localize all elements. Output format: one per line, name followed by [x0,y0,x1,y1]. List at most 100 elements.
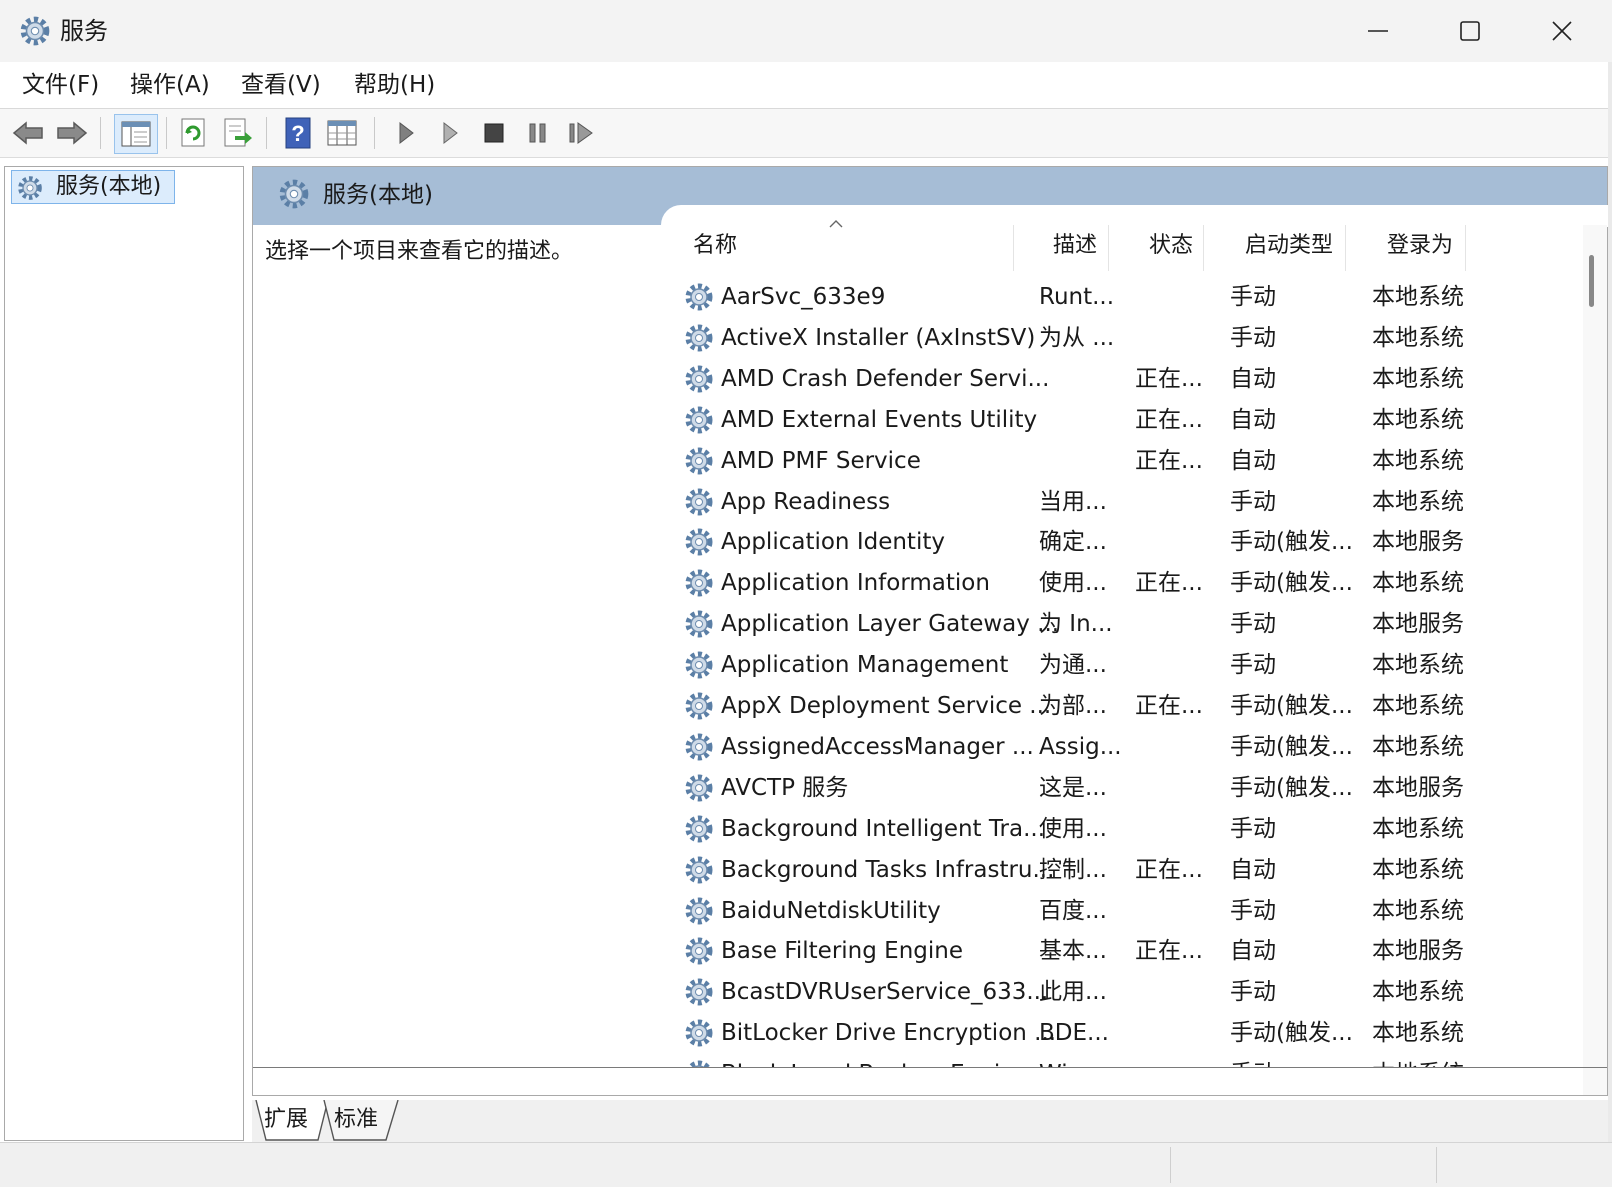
menu-help[interactable]: 帮助(H) [354,70,435,100]
tab-standard[interactable]: 标准 [334,1100,378,1140]
service-startup-type: 自动 [1230,938,1276,965]
table-row[interactable]: Base Filtering Engine 基本... 正在... 自动 本地服务 [683,931,1563,973]
view-tabs: 扩展 标准 [252,1100,1608,1142]
service-description: 使用... [1039,815,1107,842]
gear-service-icon [683,363,715,395]
tab-extended[interactable]: 扩展 [264,1100,308,1140]
minimize-button[interactable] [1332,0,1424,62]
refresh-button[interactable] [176,115,212,151]
properties-view-button[interactable] [324,115,360,151]
maximize-button[interactable] [1424,0,1516,62]
start-service-button[interactable] [388,115,424,151]
service-status: 正在... [1135,365,1203,392]
service-name: Application Identity [721,529,945,556]
service-name: AMD External Events Utility [721,406,1038,433]
help-button[interactable]: ? [280,115,316,151]
service-startup-type: 自动 [1230,365,1276,392]
table-row[interactable]: AVCTP 服务 这是... 手动(触发... 本地服务 [683,768,1563,810]
service-name: Base Filtering Engine [721,938,963,965]
service-logon-as: 本地系统 [1372,1058,1464,1067]
back-button[interactable] [10,115,46,151]
service-startup-type: 手动 [1230,1058,1276,1067]
table-row[interactable]: AssignedAccessManager ... Assig... 手动(触发..… [683,727,1563,769]
close-button[interactable] [1516,0,1608,62]
resume-service-button[interactable] [564,115,600,151]
table-row[interactable]: AppX Deployment Service ... 为部... 正在... 手动(… [683,686,1563,728]
start-alt-button[interactable] [432,115,468,151]
service-name: BcastDVRUserService_633... [721,979,1049,1006]
service-name: Application Management [721,652,1009,679]
table-row[interactable]: BaiduNetdiskUtility 百度... 手动 本地系统 [683,891,1563,933]
table-row[interactable]: Application Layer Gateway ... 为 In... 手动 本地… [683,604,1563,646]
show-hide-tree-button[interactable] [114,114,158,154]
menu-file[interactable]: 文件(F) [22,70,99,100]
service-logon-as: 本地系统 [1372,365,1464,392]
table-row[interactable]: Block Level Backup Engine ...Win... 手动 本地系… [683,1054,1563,1067]
service-startup-type: 手动(触发... [1230,693,1353,719]
gear-service-icon [683,486,715,518]
minimize-icon [1368,30,1388,32]
table-row[interactable]: Background Tasks Infrastru... 控制... 正在... 自… [683,850,1563,892]
show-hide-console-tree-icon [121,121,151,147]
service-name: Application Information [721,570,990,597]
forward-button[interactable] [54,115,90,151]
service-logon-as: 本地系统 [1372,447,1464,474]
service-description: 控制... [1039,856,1107,883]
table-row[interactable]: AMD Crash Defender Servi... 正在... 自动 本地系统 [683,359,1563,401]
service-logon-as: 本地系统 [1372,570,1464,597]
service-name: BaiduNetdiskUtility [721,897,941,924]
table-row[interactable]: Application Management 为通... 手动 本地系统 [683,645,1563,687]
gear-service-icon [683,281,715,313]
pause-service-icon [529,123,546,143]
table-row[interactable]: Background Intelligent Tra... 使用... 手动 本地系统 [683,809,1563,851]
vertical-scrollbar[interactable] [1583,225,1607,1095]
service-status: 正在... [1135,447,1203,474]
service-name: Background Intelligent Tra... [721,815,1046,842]
table-row[interactable]: BitLocker Drive Encryption ... BDE... 手动(触… [683,1013,1563,1055]
service-description: 这是... [1039,774,1107,801]
tree-item-services-local[interactable]: 服务(本地) [11,170,175,204]
table-row[interactable]: App Readiness 当用... 手动 本地系统 [683,482,1563,524]
service-startup-type: 手动(触发... [1230,733,1353,760]
menu-view[interactable]: 查看(V) [241,70,321,100]
gear-service-icon [683,404,715,436]
table-row[interactable]: Application Information 使用... 正在... 手动(触发..… [683,563,1563,605]
table-row[interactable]: ActiveX Installer (AxInstSV) 为从 ... 手动 本地系统 [683,318,1563,360]
gear-service-icon [683,935,715,967]
service-logon-as: 本地服务 [1372,774,1464,801]
tree-item-label: 服务(本地) [56,174,162,199]
service-logon-as: 本地系统 [1372,406,1464,433]
service-startup-type: 手动 [1230,815,1276,842]
service-startup-type: 自动 [1230,406,1276,433]
export-list-button[interactable] [220,115,256,151]
service-logon-as: 本地系统 [1372,897,1464,924]
service-name: Background Tasks Infrastru... [721,856,1055,883]
service-name: AMD PMF Service [721,447,921,474]
gear-service-icon [683,690,715,722]
title-bar[interactable]: 服务 [0,0,1612,62]
service-logon-as: 本地服务 [1372,611,1464,638]
svg-text:?: ? [291,121,304,146]
console-tree: 服务(本地) [4,166,244,1141]
table-row[interactable]: Application Identity 确定... 手动(触发... 本地服务 [683,522,1563,564]
gear-service-icon [683,895,715,927]
service-logon-as: 本地服务 [1372,938,1464,965]
table-row[interactable]: AMD External Events Utility 正在... 自动 本地系统 [683,400,1563,442]
service-status: 正在... [1135,693,1203,719]
export-list-icon [224,118,252,147]
service-name: AssignedAccessManager ... [721,733,1034,760]
table-row[interactable]: BcastDVRUserService_633... 此用... 手动 本地系统 [683,972,1563,1014]
scrollbar-thumb[interactable] [1589,255,1594,307]
pause-service-button[interactable] [520,115,556,151]
service-name: AVCTP 服务 [721,774,849,801]
gear-services-icon [16,174,44,202]
stop-service-button[interactable] [476,115,512,151]
service-name: Application Layer Gateway ... [721,611,1060,638]
service-logon-as: 本地系统 [1372,324,1464,351]
list-bottom-border [253,1067,1607,1068]
table-row[interactable]: AarSvc_633e9 Runt... 手动 本地系统 [683,277,1563,319]
service-name: AppX Deployment Service ... [721,693,1052,719]
menu-action[interactable]: 操作(A) [130,70,210,100]
maximize-icon [1460,21,1480,41]
table-row[interactable]: AMD PMF Service 正在... 自动 本地系统 [683,441,1563,483]
